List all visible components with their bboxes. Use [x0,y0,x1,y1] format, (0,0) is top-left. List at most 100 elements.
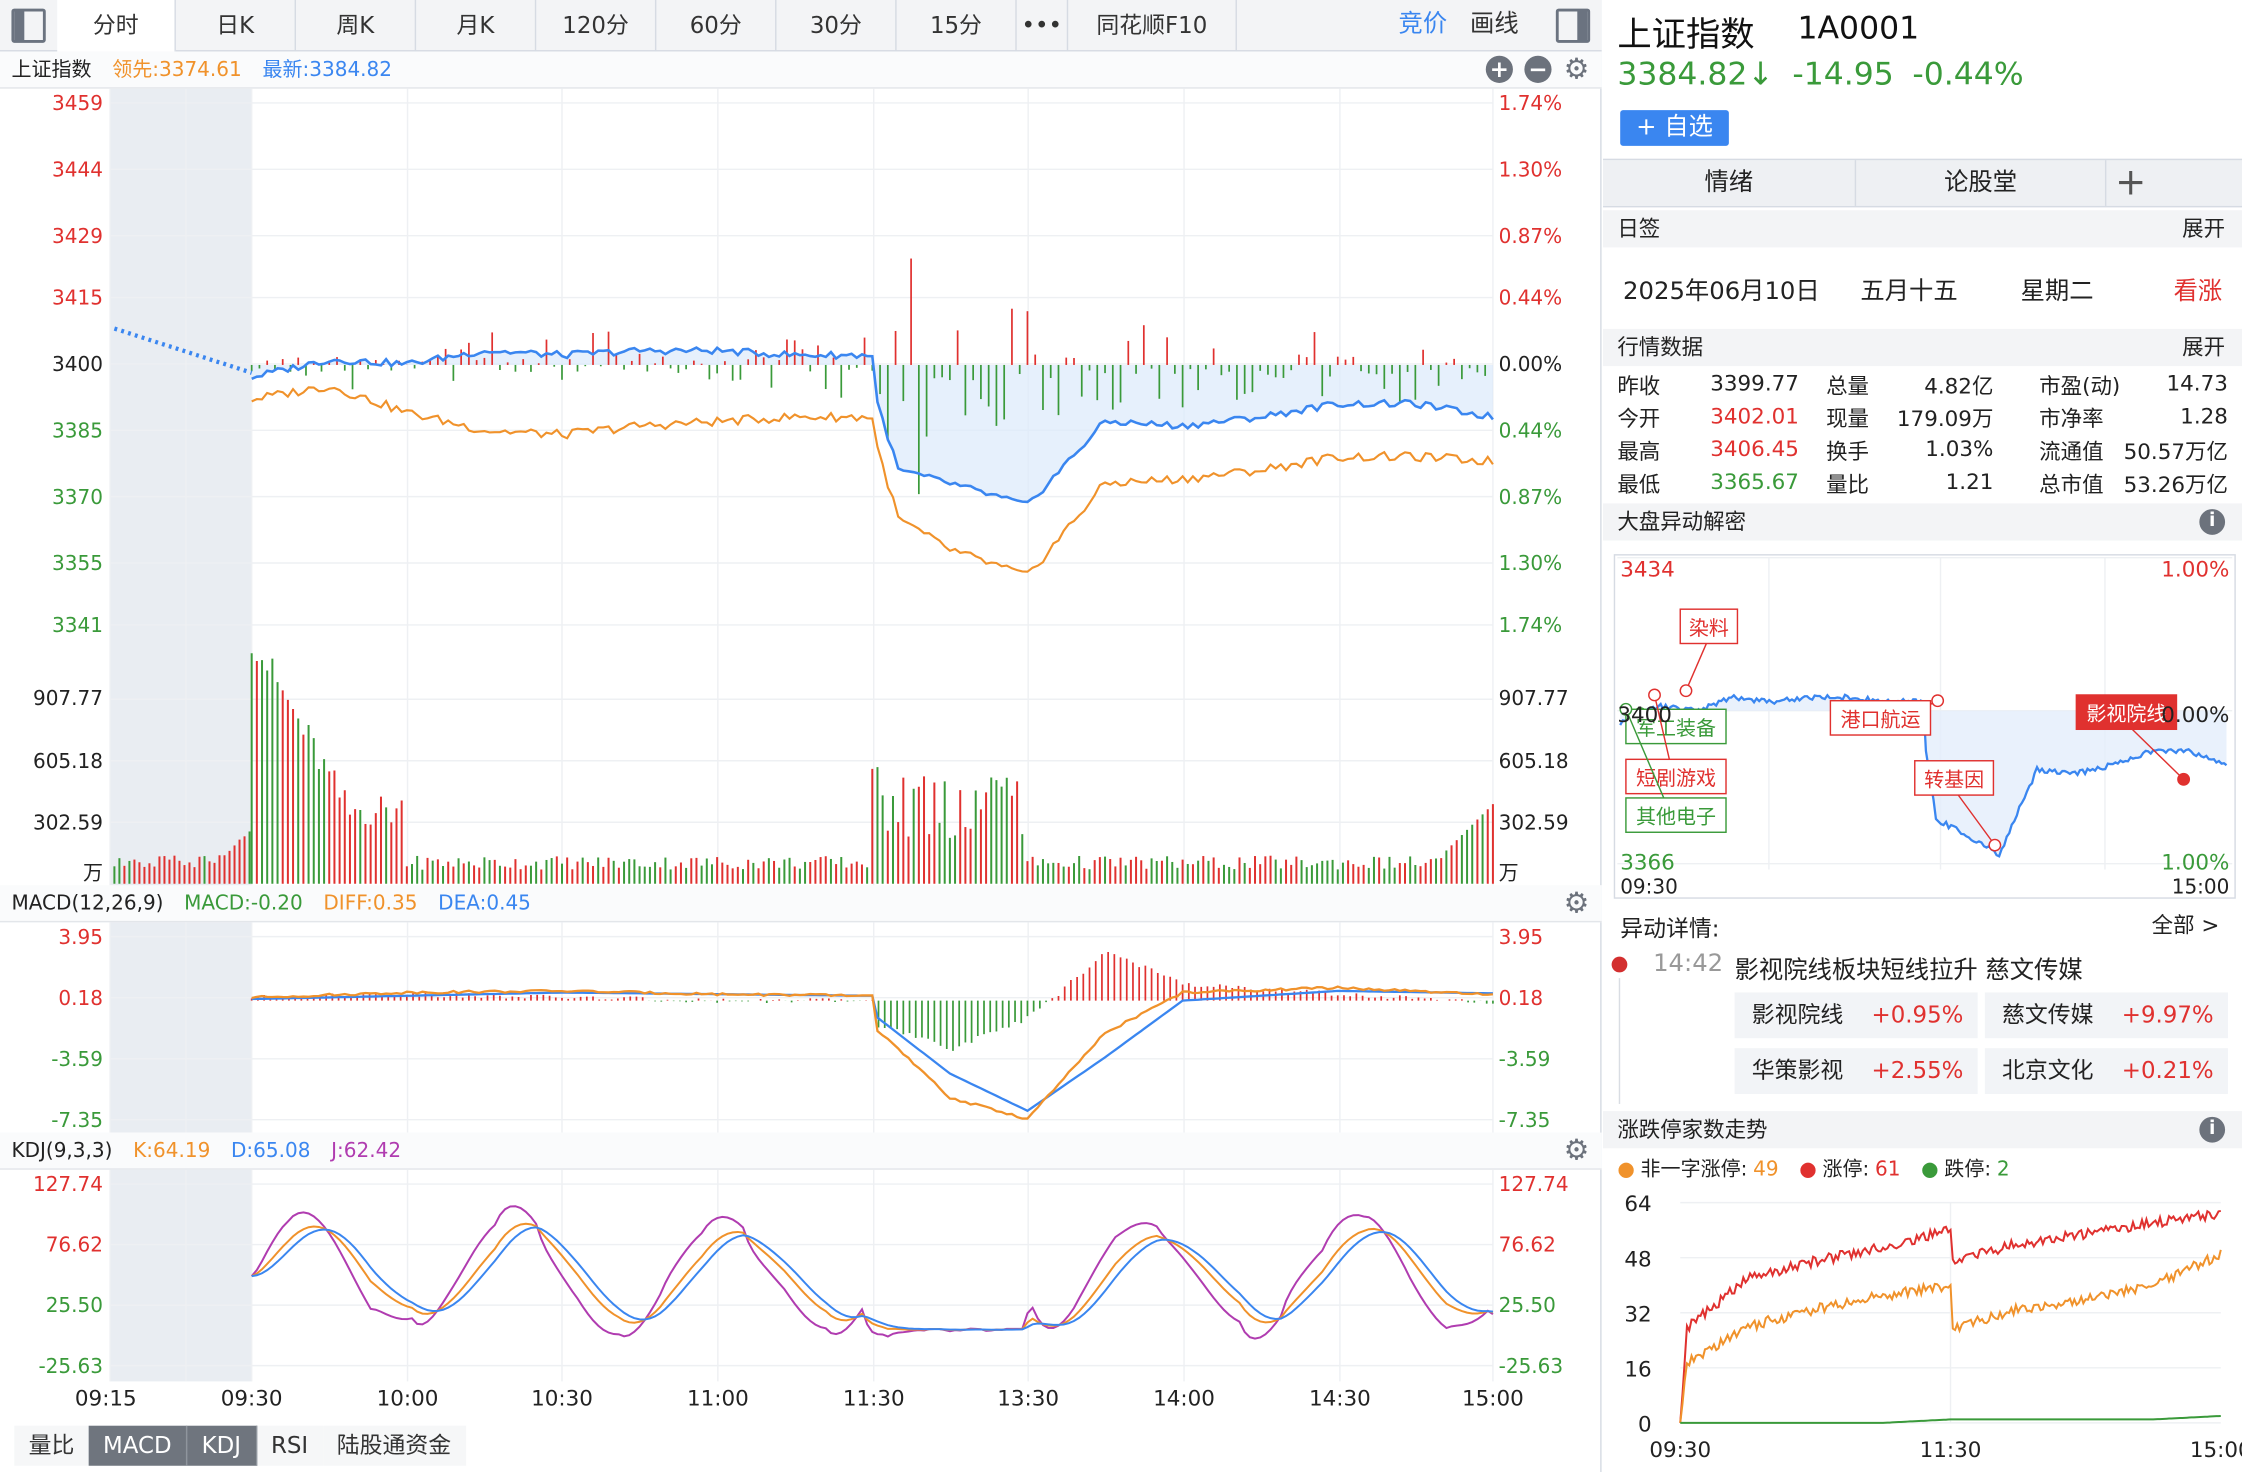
tab-northbound-funds[interactable]: 陆股通资金 [322,1425,466,1466]
mini-x-end: 15:00 [2172,875,2230,899]
price-tick-label: 3385 [52,418,103,442]
legend-a-label: 非一字涨停: [1640,1158,1748,1182]
chip-pct: +2.55% [1871,1056,1964,1084]
right-panel-toggle-icon[interactable] [1553,6,1593,46]
price-tick-label: 3341 [52,613,103,637]
market-key: 总量 [1826,373,1870,399]
percent-tick-label: 1.74% [1499,613,1563,637]
market-data-expand[interactable]: 展开 [2182,329,2225,366]
macd-header: MACD(12,26,9) MACD:-0.20 DIFF:0.35 DEA:0… [0,885,1602,923]
event-stock-chip[interactable]: 影视院线 +0.95% [1734,992,1978,1039]
chip-name: 影视院线 [1751,1000,1844,1029]
price-change-pct: -0.44% [1912,57,2024,93]
limit-time-label: 15:00 [2190,1438,2242,1463]
tab-15min[interactable]: 15分 [897,0,1017,52]
volume-tick-label: 302.59 [33,810,103,834]
percent-tick-label: 0.00% [1499,352,1563,376]
chip-pct: +9.97% [2121,1000,2214,1029]
events-all-link[interactable]: 全部 > [2152,909,2220,939]
market-value: 4.82亿 [1924,373,1994,399]
macd-value: MACD:-0.20 [184,892,303,916]
macd-name: MACD(12,26,9) [11,892,164,916]
stock-code: 1A0001 [1797,11,1920,48]
index-name: 上证指数 [11,58,92,82]
draw-line-link[interactable]: 画线 [1470,0,1519,51]
percent-tick-label: 0.87% [1499,485,1563,509]
tab-120min[interactable]: 120分 [536,0,657,52]
tab-kdj[interactable]: KDJ [187,1425,257,1466]
tab-week-k[interactable]: 周K [296,0,417,52]
macd-tick-label: -3.59 [51,1047,103,1071]
tab-30min[interactable]: 30分 [776,0,897,52]
zoom-in-icon[interactable]: + [1485,55,1513,83]
kdj-tick-label-right: -25.63 [1499,1354,1563,1378]
event-stock-chip[interactable]: 华策影视 +2.55% [1734,1048,1978,1094]
auction-link[interactable]: 竞价 [1399,0,1448,51]
sector-tag-label: 港口航运 [1840,707,1920,731]
chip-name: 慈文传媒 [2001,1000,2094,1029]
market-data-header: 行情数据 展开 [1603,328,2242,367]
time-tick-label: 09:15 [75,1387,137,1412]
current-price: 3384.82↓ [1617,57,1774,93]
market-value: 1.28 [2180,403,2228,429]
tab-day-k[interactable]: 日K [176,0,297,52]
tab-volume-ratio[interactable]: 量比 [14,1425,89,1466]
volume-tick-label: 万 [83,860,103,884]
percent-tick-label: 1.30% [1499,551,1563,575]
market-key: 换手 [1826,439,1870,465]
indicator-tabs: 量比 MACD KDJ RSI 陆股通资金 [14,1425,466,1466]
tab-month-k[interactable]: 月K [416,0,537,52]
chart-panel: 分时 日K 周K 月K 120分 60分 30分 15分 ••• 同花顺F10 … [0,0,1602,1472]
settings-gear-icon[interactable]: ⚙ [1563,54,1590,83]
tab-60min[interactable]: 60分 [656,0,777,52]
event-stock-chip[interactable]: 北京文化 +0.21% [1984,1048,2228,1094]
macd-tick-label: 3.95 [58,925,103,949]
preopen-shade [110,88,252,887]
market-value: 3399.77 [1710,370,1799,397]
market-key: 量比 [1826,471,1870,498]
kdj-tick-label-right: 76.62 [1499,1233,1556,1257]
market-key: 流通值 [2039,439,2104,465]
tab-rsi[interactable]: RSI [256,1425,323,1466]
more-tabs-button[interactable]: ••• [1017,0,1069,52]
zoom-out-icon[interactable]: − [1524,55,1552,83]
tab-f10[interactable]: 同花顺F10 [1068,0,1237,52]
mini-bottom-right: 1.00% [2161,850,2229,875]
k-line [251,1222,1494,1332]
mini-top-left: 3434 [1620,557,1675,582]
market-value: 50.57万亿 [2123,439,2228,465]
tab-intraday[interactable]: 分时 [57,0,176,52]
sector-tag-label: 影视院线 [2086,702,2166,726]
left-panel-toggle-icon[interactable] [9,6,49,46]
tab-macd[interactable]: MACD [88,1425,188,1466]
limit-info-icon[interactable]: i [2199,1116,2226,1143]
events-label: 异动详情: [1620,915,1720,943]
event-stock-chip[interactable]: 慈文传媒 +9.97% [1984,992,2228,1039]
limit-time-label: 11:30 [1920,1438,1982,1463]
market-key: 现量 [1826,406,1870,432]
mini-mid-left: 3400 [1617,703,1672,728]
tab-sentiment[interactable]: 情绪 [1603,160,1855,206]
sector-tag-label: 染料 [1689,616,1729,640]
price-tick-label: 3400 [52,352,103,376]
add-tab-button[interactable]: + [2106,160,2155,206]
event-text: 影视院线板块短线拉升 慈文传媒 [1734,956,2083,986]
market-key: 昨收 [1617,373,1661,399]
chip-name: 华策影视 [1751,1056,1844,1084]
anomaly-info-icon[interactable]: i [2199,509,2226,535]
market-value: 3402.01 [1710,403,1799,429]
daily-sign-expand[interactable]: 展开 [2182,210,2225,247]
time-tick-label: 14:30 [1309,1387,1371,1412]
macd-settings-icon[interactable]: ⚙ [1563,888,1590,917]
percent-tick-label: 0.44% [1499,418,1563,442]
kdj-tick-label: -25.63 [38,1354,102,1378]
volume-tick-label-right: 907.77 [1499,686,1569,710]
volume-tick-label: 605.18 [33,749,103,773]
mini-bottom-left: 3366 [1620,850,1675,875]
legend-b-value: 61 [1874,1158,1901,1182]
lead-line [251,386,1494,573]
add-watchlist-button[interactable]: + 自选 [1620,110,1729,146]
tab-forum[interactable]: 论股堂 [1854,160,2107,206]
mini-top-right: 1.00% [2161,557,2229,582]
kdj-settings-icon[interactable]: ⚙ [1563,1135,1590,1164]
